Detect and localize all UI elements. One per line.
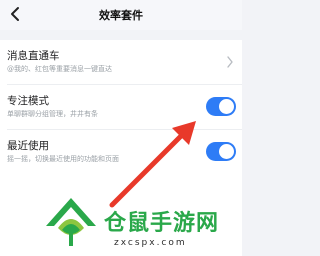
leaf-house-logo xyxy=(46,198,96,246)
brand-text: 仓鼠手游网 xyxy=(104,211,220,236)
brand-url: zxcspx.com xyxy=(114,238,187,248)
